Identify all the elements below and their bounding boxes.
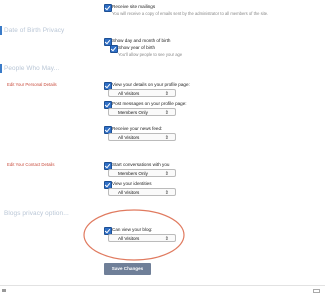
show-year-description: You'll allow people to see your age [118,52,183,57]
chevron-updown-icon: ⇕ [164,90,169,97]
show-day-month-label: Show day and month of birth [112,38,171,43]
view-identities-label: View your identities [112,181,152,186]
section-blogs-privacy: Blogs privacy option... [4,210,69,217]
footer-right-icon[interactable] [313,289,320,293]
can-view-blog-select[interactable]: All Visitors ⇕ [108,234,176,242]
site-mailings-label: Receive site mailings [112,4,156,9]
chevron-updown-icon: ⇕ [164,235,169,242]
row-label-contact-details: Edit Your Contact Details [7,162,55,167]
save-changes-label: Save Changes [111,266,144,272]
can-view-blog-label: Can view your blog: [112,227,153,232]
site-mailings-checkbox[interactable] [104,4,112,12]
footer-left-icon [2,289,6,292]
chevron-updown-icon: ⇕ [164,134,169,141]
news-feed-label: Receive your news feed: [112,126,163,131]
chevron-updown-icon: ⇕ [164,189,169,196]
view-profile-value: All Visitors [118,91,140,97]
row-label-personal-details: Edit Your Personal Details [7,82,57,87]
show-year-label: Show year of birth [118,45,156,50]
post-messages-select[interactable]: Members Only ⇕ [108,108,176,116]
section-marker [0,64,2,73]
news-feed-select[interactable]: All Visitors ⇕ [108,133,176,141]
view-identities-value: All Visitors [118,190,140,196]
section-people-who-may: People Who May... [4,65,60,72]
view-profile-select[interactable]: All Visitors ⇕ [108,89,176,97]
chevron-updown-icon: ⇕ [164,109,169,116]
can-view-blog-value: All Visitors [118,236,140,242]
footer-divider [0,285,325,286]
news-feed-value: All Visitors [118,135,140,141]
view-identities-select[interactable]: All Visitors ⇕ [108,188,176,196]
view-profile-label: View your details on your profile page: [112,82,190,87]
start-conversations-select[interactable]: Members Only ⇕ [108,169,176,177]
section-dob-privacy: Date of Birth Privacy [4,27,65,34]
section-marker [0,26,2,35]
post-messages-value: Members Only [118,110,148,116]
chevron-updown-icon: ⇕ [164,170,169,177]
site-mailings-description: You will receive a copy of emails sent b… [112,11,269,16]
post-messages-label: Post messages on your profile page: [112,101,187,106]
save-changes-button[interactable]: Save Changes [104,263,151,275]
start-conversations-label: Start conversations with you [112,162,170,167]
show-year-checkbox[interactable] [110,45,118,53]
start-conversations-value: Members Only [118,171,148,177]
